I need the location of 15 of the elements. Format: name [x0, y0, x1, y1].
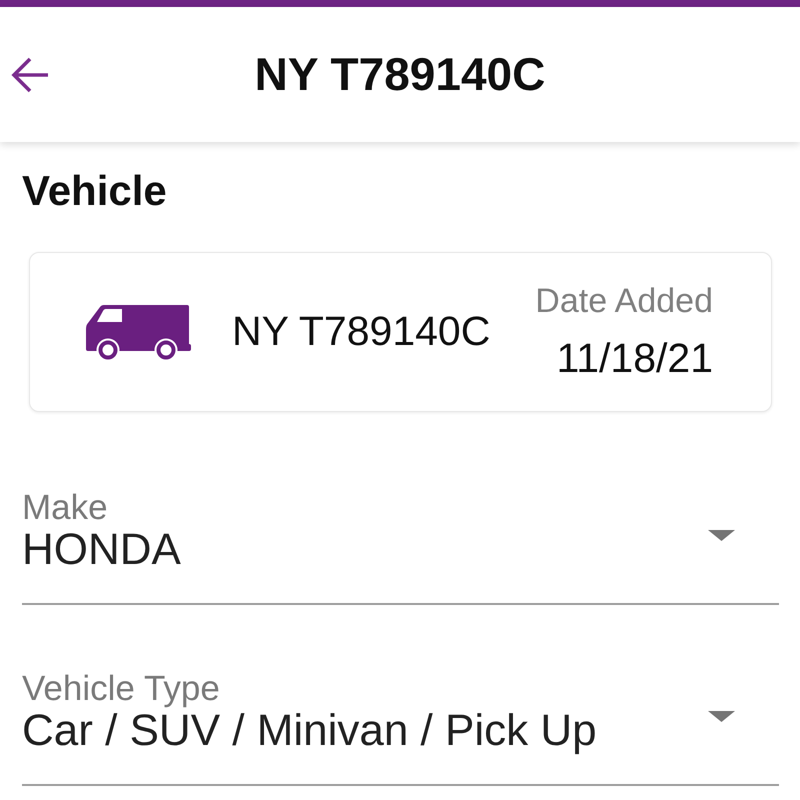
plate-number: NY T789140C	[232, 308, 490, 356]
date-label: Date Added	[535, 282, 713, 321]
field-label: Vehicle Type	[22, 670, 220, 707]
van-icon	[86, 304, 191, 360]
field-label: Make	[22, 489, 108, 526]
field-value: Car / SUV / Minivan / Pick Up	[22, 707, 597, 755]
section-heading: Vehicle	[22, 167, 167, 215]
caret-icon	[708, 711, 735, 722]
field-value: HONDA	[22, 526, 181, 574]
back-arrow-icon	[11, 56, 49, 92]
select-field[interactable]: Make HONDA	[22, 489, 779, 605]
date-value: 11/18/21	[556, 335, 713, 382]
page-title: NY T789140C	[254, 48, 546, 101]
caret-icon	[708, 530, 735, 541]
select-field[interactable]: Vehicle Type Car / SUV / Minivan / Pick Up	[22, 670, 779, 786]
